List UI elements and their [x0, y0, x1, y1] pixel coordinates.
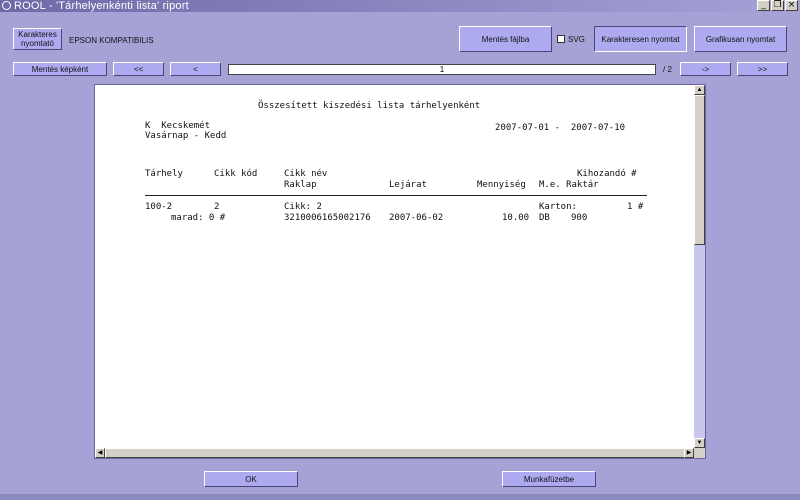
- close-button[interactable]: ×: [785, 0, 798, 11]
- graphic-print-button[interactable]: Grafikusan nyomtat: [694, 26, 787, 52]
- horizontal-scrollbar[interactable]: ◀ ▶: [95, 448, 694, 458]
- scroll-up-icon[interactable]: ▲: [694, 85, 705, 95]
- header-to-bring: Kihozandó #: [577, 169, 637, 179]
- minimize-button[interactable]: _: [757, 0, 770, 11]
- report-title: Összesített kiszedési lista tárhelyenkén…: [258, 101, 481, 111]
- row-expiry: 2007-06-02: [389, 213, 444, 223]
- scroll-down-icon[interactable]: ▼: [694, 438, 705, 448]
- report-date-range: 2007-07-01 - 2007-07-10: [495, 123, 626, 133]
- printer-name: EPSON KOMPATIBILIS: [69, 36, 154, 45]
- header-divider: [145, 195, 647, 196]
- workbook-button[interactable]: Munkafüzetbe: [502, 471, 596, 487]
- report-warehouse: K Kecskemét: [145, 121, 211, 131]
- horizontal-scroll-thumb[interactable]: [105, 448, 690, 458]
- row-unit: DB: [539, 213, 550, 223]
- app-icon: [2, 1, 11, 10]
- ok-button[interactable]: OK: [204, 471, 298, 487]
- title-bar: ROOL - 'Tárhelyenkénti lista' riport _ ❐…: [0, 0, 800, 12]
- vertical-scrollbar[interactable]: ▲ ▼: [694, 85, 705, 448]
- header-unit-warehouse: M.e. Raktár: [539, 180, 599, 190]
- scrollbar-corner: [694, 448, 705, 458]
- row-box-value: 1 #: [627, 202, 644, 212]
- row-item-code: 2: [214, 202, 220, 212]
- char-print-button[interactable]: Karakteresen nyomtat: [594, 26, 687, 52]
- header-location: Tárhely: [145, 169, 183, 179]
- char-printer-button[interactable]: Karakteres nyomtató: [13, 28, 62, 50]
- restore-button[interactable]: ❐: [771, 0, 784, 11]
- save-file-button[interactable]: Mentés fájlba: [459, 26, 552, 52]
- svg-checkbox[interactable]: [557, 35, 565, 43]
- header-item-code: Cikk kód: [214, 169, 258, 179]
- status-bar: [0, 494, 800, 500]
- row-pallet: 3210006165002176: [284, 213, 371, 223]
- scroll-left-icon[interactable]: ◀: [95, 448, 105, 458]
- row-location: 100-2: [145, 202, 173, 212]
- prev-page-button[interactable]: <: [170, 62, 221, 76]
- svg-label: SVG: [568, 35, 585, 44]
- header-item-name: Cikk név: [284, 169, 328, 179]
- row-quantity: 10.00: [502, 213, 530, 223]
- scroll-right-icon[interactable]: ▶: [684, 448, 694, 458]
- header-quantity: Mennyiség: [477, 180, 526, 190]
- save-image-button[interactable]: Mentés képként: [13, 62, 107, 76]
- row-box-label: Karton:: [539, 202, 577, 212]
- next-page-button[interactable]: ->: [680, 62, 731, 76]
- header-pallet: Raklap: [284, 180, 317, 190]
- first-page-button[interactable]: <<: [113, 62, 164, 76]
- vertical-scroll-thumb[interactable]: [694, 95, 705, 245]
- last-page-button[interactable]: >>: [737, 62, 788, 76]
- row-warehouse: 900: [571, 213, 588, 223]
- page-total: / 2: [663, 65, 672, 74]
- page-number-field[interactable]: 1: [228, 64, 656, 75]
- row-remain: marad: 0 #: [171, 213, 226, 223]
- report-days: Vasárnap - Kedd: [145, 131, 227, 141]
- header-expiry: Lejárat: [389, 180, 427, 190]
- row-item-name: Cikk: 2: [284, 202, 322, 212]
- window-title: ROOL - 'Tárhelyenkénti lista' riport: [14, 0, 189, 12]
